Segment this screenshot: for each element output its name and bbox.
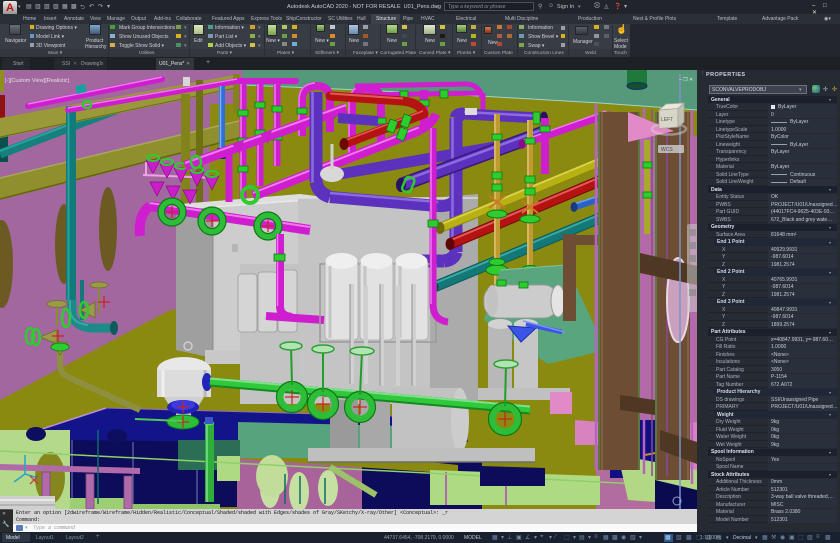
svg-text:WCS: WCS — [661, 147, 673, 153]
svg-text:[-][Custom View][Realistic]: [-][Custom View][Realistic] — [5, 78, 70, 84]
svg-text:LEFT: LEFT — [661, 117, 673, 123]
svg-text:– ❐ ✕: – ❐ ✕ — [679, 77, 693, 83]
